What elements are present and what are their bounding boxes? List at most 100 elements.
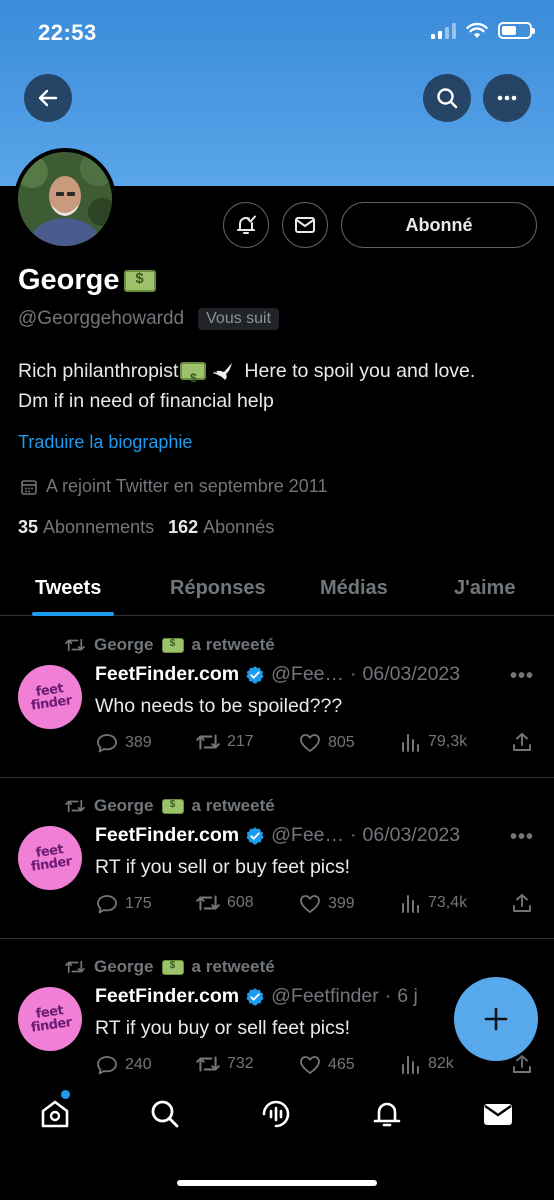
like-count: 805 <box>328 734 355 751</box>
notifications-toggle-button[interactable] <box>223 202 269 248</box>
tab-likes[interactable]: J'aime <box>454 560 515 616</box>
tweet-text: Who needs to be spoiled??? <box>95 695 343 717</box>
nav-messages[interactable] <box>476 1092 520 1136</box>
views-button[interactable]: 79,3k <box>400 731 467 753</box>
back-button[interactable] <box>24 74 72 122</box>
tweet-author-name[interactable]: FeetFinder.com <box>95 985 239 1008</box>
share-icon <box>513 733 531 751</box>
nav-spaces[interactable] <box>254 1092 298 1136</box>
share-button[interactable] <box>511 892 533 914</box>
following-link[interactable]: 35 Abonnements <box>18 517 154 538</box>
tweet-item[interactable]: George a retweeté feetfinder FeetFinder.… <box>0 617 554 778</box>
user-handle: @Georggehowardd <box>18 308 185 329</box>
tab-media[interactable]: Médias <box>320 560 388 616</box>
home-indicator <box>177 1180 377 1186</box>
like-icon <box>300 734 320 752</box>
nav-notifications[interactable] <box>365 1092 409 1136</box>
retweet-icon <box>196 734 220 750</box>
feetfinder-logo: feet finder <box>29 681 73 714</box>
share-icon <box>513 894 531 912</box>
tweet-more-button[interactable]: ••• <box>510 826 534 849</box>
more-options-button[interactable] <box>483 74 531 122</box>
handle-row: @Georggehowardd Vous suit <box>18 308 280 330</box>
verified-icon <box>246 665 264 684</box>
retweet-label: a retweeté <box>191 796 275 815</box>
active-tab-indicator <box>32 612 114 616</box>
tweet-author-handle[interactable]: @Feetfinder <box>271 985 379 1008</box>
like-button[interactable]: 465 <box>298 1053 355 1077</box>
reply-button[interactable]: 240 <box>95 1053 152 1077</box>
reply-button[interactable]: 389 <box>95 731 152 755</box>
translate-bio-link[interactable]: Traduire la biographie <box>18 432 192 453</box>
tweet-item[interactable]: George a retweeté feetfinder FeetFinder.… <box>0 778 554 939</box>
tweet-date: 06/03/2023 <box>362 663 461 685</box>
view-count: 82k <box>428 1055 454 1072</box>
tweet-author-name[interactable]: FeetFinder.com <box>95 663 239 686</box>
retweet-button[interactable]: 217 <box>195 731 254 753</box>
new-content-dot <box>61 1090 70 1099</box>
money-emoji-icon <box>161 959 184 975</box>
followers-link[interactable]: 162 Abonnés <box>168 517 274 538</box>
retweeter-name[interactable]: George <box>94 635 154 655</box>
views-button[interactable]: 73,4k <box>400 892 467 914</box>
share-button[interactable] <box>511 731 533 753</box>
tweet-author-handle[interactable]: @Fee… <box>271 824 344 847</box>
search-button[interactable] <box>423 74 471 122</box>
views-icon <box>402 734 419 752</box>
messages-icon <box>484 1104 512 1125</box>
display-name-text: George <box>18 264 120 296</box>
tab-replies[interactable]: Réponses <box>170 560 266 616</box>
like-count: 399 <box>328 895 355 912</box>
home-icon <box>41 1100 69 1128</box>
bio-text-3: Dm if in need of financial help <box>18 390 274 412</box>
tweet-author-name[interactable]: FeetFinder.com <box>95 824 239 847</box>
reply-count: 240 <box>125 1056 152 1073</box>
verified-icon <box>246 987 264 1006</box>
message-button[interactable] <box>282 202 328 248</box>
like-button[interactable]: 399 <box>298 892 355 916</box>
reply-icon <box>97 1056 117 1075</box>
feetfinder-logo: feet finder <box>29 842 73 875</box>
retweet-count: 217 <box>227 733 254 750</box>
tweet-author-avatar[interactable]: feet finder <box>18 987 82 1051</box>
reply-icon <box>97 734 117 753</box>
retweeter-name[interactable]: George <box>94 957 154 977</box>
retweet-context: George a retweeté <box>64 635 275 655</box>
joined-date: A rejoint Twitter en septembre 2011 <box>20 476 328 497</box>
tweet-author-avatar[interactable]: feet finder <box>18 826 82 890</box>
retweet-button[interactable]: 732 <box>195 1053 254 1075</box>
wifi-icon <box>466 22 488 38</box>
tweet-author-avatar[interactable]: feet finder <box>18 665 82 729</box>
nav-home[interactable] <box>33 1090 77 1136</box>
feetfinder-logo: feet finder <box>29 1003 73 1036</box>
tweet-text: RT if you buy or sell feet pics! <box>95 1017 351 1039</box>
status-time: 22:53 <box>38 20 97 45</box>
like-button[interactable]: 805 <box>298 731 355 755</box>
retweet-icon <box>65 638 85 652</box>
money-emoji-icon <box>161 798 184 814</box>
tweet-date: 06/03/2023 <box>362 824 461 846</box>
dove-icon <box>213 363 233 380</box>
reply-button[interactable]: 175 <box>95 892 152 916</box>
nav-search[interactable] <box>143 1092 187 1136</box>
tweet-author-handle[interactable]: @Fee… <box>271 663 344 686</box>
retweeter-name[interactable]: George <box>94 796 154 816</box>
following-button[interactable]: Abonné <box>341 202 537 248</box>
views-button[interactable]: 82k <box>400 1053 454 1075</box>
compose-tweet-button[interactable] <box>454 977 538 1061</box>
profile-tabs: Tweets Réponses Médias J'aime <box>0 560 554 616</box>
search-icon <box>437 88 458 109</box>
tweet-actions: 240 732 465 82k <box>95 1053 535 1079</box>
like-count: 465 <box>328 1056 355 1073</box>
money-emoji-icon <box>123 269 156 292</box>
profile-avatar[interactable] <box>14 148 116 250</box>
tweet-more-button[interactable]: ••• <box>510 665 534 688</box>
tweet-text: RT if you sell or buy feet pics! <box>95 856 351 878</box>
retweet-button[interactable]: 608 <box>195 892 254 914</box>
retweet-icon <box>196 895 220 911</box>
money-emoji-icon <box>180 362 207 393</box>
display-name: George <box>18 264 156 297</box>
reply-icon <box>97 895 117 914</box>
reply-count: 389 <box>125 734 152 751</box>
tab-tweets[interactable]: Tweets <box>35 560 101 616</box>
